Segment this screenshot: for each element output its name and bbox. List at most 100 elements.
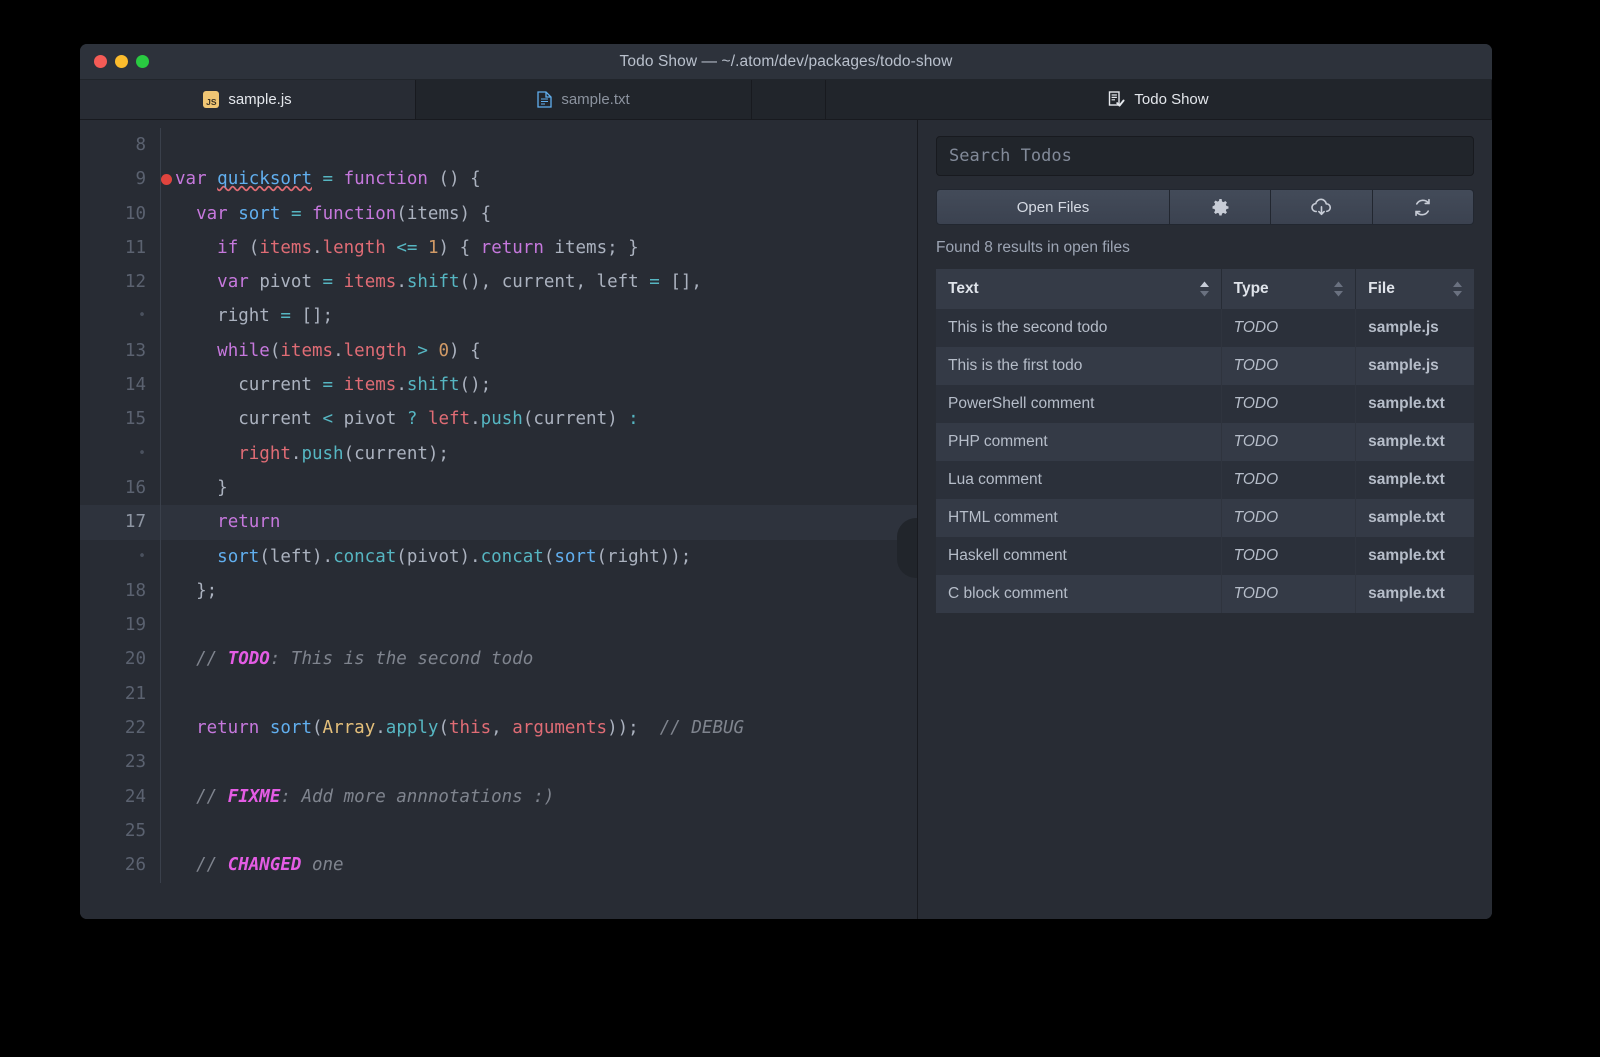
line-number: 15 xyxy=(80,402,160,436)
code-line-changed: // CHANGED one xyxy=(161,848,917,882)
line-number: 16 xyxy=(80,471,160,505)
results-status: Found 8 results in open files xyxy=(936,239,1474,257)
refresh-button[interactable] xyxy=(1373,189,1474,225)
line-number: 21 xyxy=(80,677,160,711)
zoom-button[interactable] xyxy=(136,55,149,68)
table-row[interactable]: This is the first todo TODO sample.js xyxy=(936,347,1474,385)
minimize-button[interactable] xyxy=(115,55,128,68)
sort-arrows-icon-text[interactable] xyxy=(1199,280,1210,298)
cell-file: sample.txt xyxy=(1356,537,1474,575)
table-row[interactable]: PHP comment TODO sample.txt xyxy=(936,423,1474,461)
cloud-download-icon xyxy=(1310,198,1333,217)
table-header-row: Text Type xyxy=(936,269,1474,309)
line-number-wrapped: • xyxy=(80,540,160,574)
code-line-current: return xyxy=(161,505,917,539)
cell-file: sample.txt xyxy=(1356,575,1474,613)
code-editor-pane[interactable]: 8 9 10 11 12 • 13 14 15 • 16 17 • 18 xyxy=(80,120,918,919)
cell-text: HTML comment xyxy=(936,499,1221,537)
column-label: Type xyxy=(1234,280,1269,297)
tab-label: sample.txt xyxy=(561,91,629,108)
settings-button[interactable] xyxy=(1170,189,1271,225)
line-number-wrapped: • xyxy=(80,437,160,471)
window-title: Todo Show — ~/.atom/dev/packages/todo-sh… xyxy=(80,53,1492,71)
cell-type: TODO xyxy=(1221,347,1356,385)
tab-bar: JS sample.js sample.txt xyxy=(80,80,1492,120)
code-line-wrapped: sort(left).concat(pivot).concat(sort(rig… xyxy=(161,540,917,574)
line-number-current: 17 xyxy=(80,505,160,539)
column-header-type[interactable]: Type xyxy=(1221,269,1356,309)
code-line xyxy=(161,608,917,642)
line-number: 24 xyxy=(80,780,160,814)
tab-label: Todo Show xyxy=(1134,91,1208,108)
code-line xyxy=(161,814,917,848)
sort-arrows-icon-type[interactable] xyxy=(1333,280,1344,298)
code-line xyxy=(161,128,917,162)
table-row[interactable]: C block comment TODO sample.txt xyxy=(936,575,1474,613)
js-file-icon: JS xyxy=(203,91,219,108)
code-line-todo: // TODO: This is the second todo xyxy=(161,642,917,676)
line-number: 20 xyxy=(80,642,160,676)
table-head: Text Type xyxy=(936,269,1474,309)
table-row[interactable]: HTML comment TODO sample.txt xyxy=(936,499,1474,537)
cell-type: TODO xyxy=(1221,385,1356,423)
workspace: 8 9 10 11 12 • 13 14 15 • 16 17 • 18 xyxy=(80,120,1492,919)
code-line-fixme: // FIXME: Add more annnotations :) xyxy=(161,780,917,814)
code-line: var sort = function(items) { xyxy=(161,197,917,231)
tab-sample-js[interactable]: JS sample.js xyxy=(80,80,416,119)
cell-type: TODO xyxy=(1221,575,1356,613)
gear-icon xyxy=(1211,198,1230,217)
line-number: 13 xyxy=(80,334,160,368)
cell-file: sample.txt xyxy=(1356,385,1474,423)
cell-type: TODO xyxy=(1221,461,1356,499)
desktop-background: Todo Show — ~/.atom/dev/packages/todo-sh… xyxy=(0,0,1600,1057)
todo-toolbar: Open Files xyxy=(936,189,1474,225)
tab-label: sample.js xyxy=(228,91,291,108)
code-line: var pivot = items.shift(), current, left… xyxy=(161,265,917,299)
window-titlebar: Todo Show — ~/.atom/dev/packages/todo-sh… xyxy=(80,44,1492,80)
close-button[interactable] xyxy=(94,55,107,68)
cell-file: sample.txt xyxy=(1356,423,1474,461)
tab-empty[interactable] xyxy=(752,80,826,119)
line-number-wrapped: • xyxy=(80,299,160,333)
refresh-icon xyxy=(1413,198,1432,217)
column-label: Text xyxy=(948,280,979,297)
search-input[interactable] xyxy=(936,136,1474,176)
tab-todo-show[interactable]: Todo Show xyxy=(826,80,1492,119)
tab-sample-txt[interactable]: sample.txt xyxy=(416,80,752,119)
code-line: return sort(Array.apply(this, arguments)… xyxy=(161,711,917,745)
code-line-wrapped: right.push(current); xyxy=(161,437,917,471)
code-line: current = items.shift(); xyxy=(161,368,917,402)
open-files-button[interactable]: Open Files xyxy=(936,189,1170,225)
code-line: while(items.length > 0) { xyxy=(161,334,917,368)
atom-window: Todo Show — ~/.atom/dev/packages/todo-sh… xyxy=(80,44,1492,919)
column-header-text[interactable]: Text xyxy=(936,269,1221,309)
table-row[interactable]: Lua comment TODO sample.txt xyxy=(936,461,1474,499)
cell-text: PHP comment xyxy=(936,423,1221,461)
line-number: 26 xyxy=(80,848,160,882)
cell-text: Lua comment xyxy=(936,461,1221,499)
todo-checklist-icon xyxy=(1108,91,1125,108)
line-number: 8 xyxy=(80,128,160,162)
todo-results-table: Text Type xyxy=(936,269,1474,613)
line-number: 25 xyxy=(80,814,160,848)
line-number: 12 xyxy=(80,265,160,299)
sort-arrows-icon-file[interactable] xyxy=(1452,280,1463,298)
line-number: 10 xyxy=(80,197,160,231)
column-label: File xyxy=(1368,280,1395,297)
table-row[interactable]: PowerShell comment TODO sample.txt xyxy=(936,385,1474,423)
save-as-button[interactable] xyxy=(1271,189,1372,225)
todo-show-panel: Open Files xyxy=(918,120,1492,919)
table-row[interactable]: This is the second todo TODO sample.js xyxy=(936,309,1474,347)
code-line: if (items.length <= 1) { return items; } xyxy=(161,231,917,265)
table-row[interactable]: Haskell comment TODO sample.txt xyxy=(936,537,1474,575)
pane-resize-handle[interactable]: › xyxy=(897,518,918,578)
code-line: }; xyxy=(161,574,917,608)
breakpoint-marker[interactable] xyxy=(161,174,172,185)
cell-type: TODO xyxy=(1221,423,1356,461)
cell-file: sample.txt xyxy=(1356,461,1474,499)
column-header-file[interactable]: File xyxy=(1356,269,1474,309)
line-number: 9 xyxy=(80,162,160,196)
code-lines[interactable]: var quicksort = function () { var sort =… xyxy=(160,128,917,883)
line-number: 14 xyxy=(80,368,160,402)
cell-text: This is the second todo xyxy=(936,309,1221,347)
